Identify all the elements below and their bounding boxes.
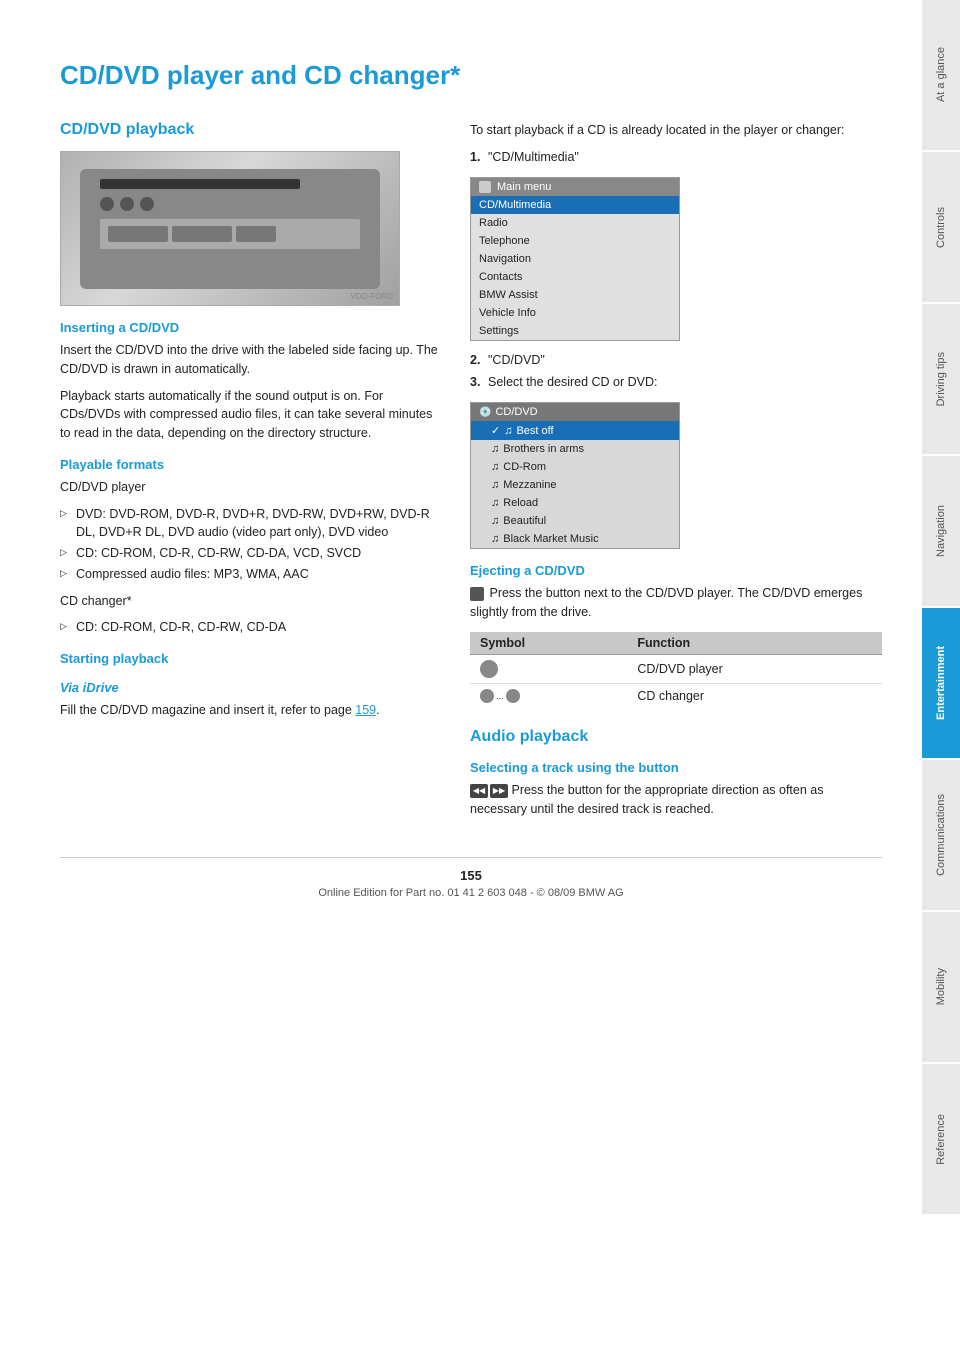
- cd-header-icon: 💿: [479, 407, 491, 418]
- inserting-text1: Insert the CD/DVD into the drive with th…: [60, 341, 440, 379]
- menu-header-icon: [479, 181, 491, 193]
- music-icon-6: ♫: [491, 515, 499, 527]
- step-1: 1. "CD/Multimedia": [470, 148, 882, 167]
- function-cd-dvd: CD/DVD player: [627, 654, 882, 683]
- selecting-track-text: ◀◀ ▶▶ Press the button for the appropria…: [470, 781, 882, 819]
- cd-item-reload[interactable]: ♫ Reload: [471, 494, 679, 512]
- cd-dvd-device-image: VDO-FORD: [60, 151, 400, 306]
- cd-item-black-market[interactable]: ♫ Black Market Music: [471, 530, 679, 548]
- audio-playback-section: Audio playback Selecting a track using t…: [470, 728, 882, 819]
- main-menu-screenshot: Main menu CD/Multimedia Radio Telephone …: [470, 177, 680, 341]
- changer-cd-item: CD: CD-ROM, CD-R, CD-RW, CD-DA: [60, 618, 440, 637]
- footer-text: Online Edition for Part no. 01 41 2 603 …: [318, 887, 623, 899]
- sidebar-item-navigation[interactable]: Navigation: [922, 456, 960, 606]
- sidebar-item-driving-tips[interactable]: Driving tips: [922, 304, 960, 454]
- table-row-2: ... CD changer: [470, 683, 882, 708]
- table-row: CD/DVD player: [470, 654, 882, 683]
- formats-player-label: CD/DVD player: [60, 478, 440, 497]
- prev-button[interactable]: ◀◀: [470, 784, 488, 798]
- formats-list: DVD: DVD-ROM, DVD-R, DVD+R, DVD-RW, DVD+…: [60, 505, 440, 584]
- menu-item-radio[interactable]: Radio: [471, 214, 679, 232]
- table-col-symbol: Symbol: [470, 632, 627, 655]
- ejecting-title: Ejecting a CD/DVD: [470, 563, 882, 578]
- intro-text: To start playback if a CD is already loc…: [470, 121, 882, 140]
- ejecting-text: Press the button next to the CD/DVD play…: [470, 584, 882, 622]
- starting-title: Starting playback: [60, 651, 440, 666]
- step-2: 2. "CD/DVD": [470, 351, 882, 370]
- page-link-159[interactable]: 159: [355, 703, 376, 717]
- cd-menu-screenshot: 💿 CD/DVD ✓ ♫ Best off ♫ Brothers in arms…: [470, 402, 680, 549]
- left-column: CD/DVD playback: [60, 121, 440, 827]
- formats-changer-label: CD changer*: [60, 592, 440, 611]
- menu-item-contacts[interactable]: Contacts: [471, 268, 679, 286]
- menu-item-navigation[interactable]: Navigation: [471, 250, 679, 268]
- inserting-text2: Playback starts automatically if the sou…: [60, 387, 440, 443]
- step-3: 3. Select the desired CD or DVD:: [470, 373, 882, 392]
- selecting-track-title: Selecting a track using the button: [470, 760, 882, 775]
- skip-buttons: ◀◀ ▶▶: [470, 784, 508, 798]
- page-number: 155: [60, 868, 882, 883]
- music-icon-5: ♫: [491, 497, 499, 509]
- menu-header: Main menu: [471, 178, 679, 196]
- sidebar-item-reference[interactable]: Reference: [922, 1064, 960, 1214]
- music-icon-7: ♫: [491, 533, 499, 545]
- sidebar-item-controls[interactable]: Controls: [922, 152, 960, 302]
- music-icon-3: ♫: [491, 461, 499, 473]
- cd-item-best-off[interactable]: ✓ ♫ Best off: [471, 421, 679, 440]
- image-watermark: VDO-FORD: [350, 292, 393, 301]
- formats-cd-item: CD: CD-ROM, CD-R, CD-RW, CD-DA, VCD, SVC…: [60, 544, 440, 563]
- sidebar-item-at-a-glance[interactable]: At a glance: [922, 0, 960, 150]
- changer-symbol: ...: [480, 689, 520, 703]
- cd-item-mezzanine[interactable]: ♫ Mezzanine: [471, 476, 679, 494]
- steps-list-2: 2. "CD/DVD" 3. Select the desired CD or …: [470, 351, 882, 393]
- eject-icon: [470, 587, 484, 601]
- cd-dvd-symbol: [480, 660, 498, 678]
- formats-title: Playable formats: [60, 457, 440, 472]
- audio-playback-title: Audio playback: [470, 728, 882, 746]
- steps-list: 1. "CD/Multimedia": [470, 148, 882, 167]
- cd-item-cdrom[interactable]: ♫ CD-Rom: [471, 458, 679, 476]
- page-footer: 155 Online Edition for Part no. 01 41 2 …: [60, 857, 882, 899]
- via-idrive-text: Fill the CD/DVD magazine and insert it, …: [60, 701, 440, 720]
- check-icon: ✓: [491, 424, 500, 437]
- music-icon: ♫: [504, 425, 512, 437]
- cd-header: 💿 CD/DVD: [471, 403, 679, 421]
- page-title: CD/DVD player and CD changer*: [60, 60, 882, 91]
- menu-item-bmw-assist[interactable]: BMW Assist: [471, 286, 679, 304]
- table-col-function: Function: [627, 632, 882, 655]
- inserting-title: Inserting a CD/DVD: [60, 320, 440, 335]
- cd-dvd-playback-title: CD/DVD playback: [60, 121, 440, 139]
- sidebar-tabs: At a glance Controls Driving tips Naviga…: [922, 0, 960, 1358]
- menu-item-settings[interactable]: Settings: [471, 322, 679, 340]
- right-column: To start playback if a CD is already loc…: [470, 121, 882, 827]
- symbol-table: Symbol Function CD/DVD player: [470, 632, 882, 709]
- symbol-changer: ...: [470, 683, 627, 708]
- via-idrive-title: Via iDrive: [60, 680, 440, 695]
- changer-list: CD: CD-ROM, CD-R, CD-RW, CD-DA: [60, 618, 440, 637]
- formats-dvd-item: DVD: DVD-ROM, DVD-R, DVD+R, DVD-RW, DVD+…: [60, 505, 440, 543]
- symbol-cd-dvd: [470, 654, 627, 683]
- sidebar-item-mobility[interactable]: Mobility: [922, 912, 960, 1062]
- menu-item-telephone[interactable]: Telephone: [471, 232, 679, 250]
- sidebar-item-entertainment[interactable]: Entertainment: [922, 608, 960, 758]
- sidebar-item-communications[interactable]: Communications: [922, 760, 960, 910]
- menu-item-vehicle-info[interactable]: Vehicle Info: [471, 304, 679, 322]
- music-icon-2: ♫: [491, 443, 499, 455]
- cd-item-brothers[interactable]: ♫ Brothers in arms: [471, 440, 679, 458]
- next-button[interactable]: ▶▶: [490, 784, 508, 798]
- function-changer: CD changer: [627, 683, 882, 708]
- formats-compressed-item: Compressed audio files: MP3, WMA, AAC: [60, 565, 440, 584]
- menu-item-cd-multimedia[interactable]: CD/Multimedia: [471, 196, 679, 214]
- cd-item-beautiful[interactable]: ♫ Beautiful: [471, 512, 679, 530]
- music-icon-4: ♫: [491, 479, 499, 491]
